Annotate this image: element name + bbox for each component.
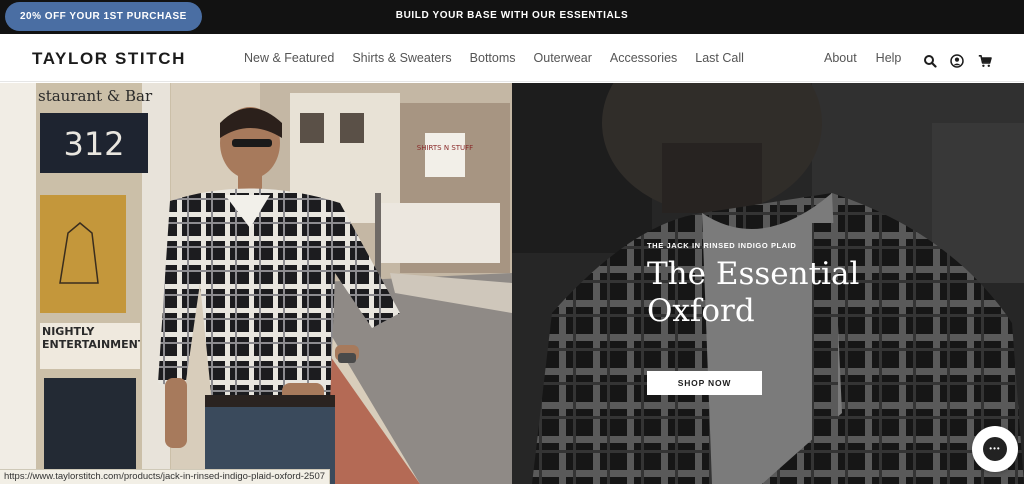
nav-item-new-featured[interactable]: New & Featured	[244, 51, 334, 65]
hero-photo-street[interactable]: SHIRTS N STUFF staurant & Bar 312 NIGHTL…	[0, 83, 512, 484]
search-icon[interactable]	[923, 54, 937, 68]
nav-item-shirts-sweaters[interactable]: Shirts & Sweaters	[352, 51, 451, 65]
sign-shirts-n-stuff: SHIRTS N STUFF	[417, 144, 473, 152]
announcement-bar: 20% OFF YOUR 1ST PURCHASE BUILD YOUR BAS…	[0, 0, 1024, 34]
nav-item-about[interactable]: About	[824, 51, 857, 65]
primary-nav: New & Featured Shirts & Sweaters Bottoms…	[244, 51, 744, 65]
chat-dots-icon: •••	[989, 444, 1001, 453]
cart-icon[interactable]	[978, 54, 992, 68]
shop-now-button[interactable]: SHOP NOW	[647, 371, 762, 395]
hero-headline: The Essential Oxford	[647, 256, 907, 330]
hero-headline-line2: Oxford	[647, 293, 755, 329]
account-icon[interactable]	[950, 54, 964, 68]
street-scene-illustration: SHIRTS N STUFF staurant & Bar 312 NIGHTL…	[0, 83, 512, 484]
hero-kicker: THE JACK IN RINSED INDIGO PLAID	[647, 241, 797, 250]
announcement-message[interactable]: BUILD YOUR BASE WITH OUR ESSENTIALS	[0, 0, 1024, 34]
sign-nightly-entertainment: NIGHTLY ENTERTAINMENT	[42, 325, 140, 351]
nav-item-outerwear[interactable]: Outerwear	[534, 51, 592, 65]
nav-item-help[interactable]: Help	[876, 51, 902, 65]
status-bar-url: https://www.taylorstitch.com/products/ja…	[0, 469, 331, 484]
chat-widget-button[interactable]: •••	[972, 426, 1018, 472]
sign-restaurant-bar: staurant & Bar	[38, 87, 153, 105]
hero-headline-line1: The Essential	[647, 256, 860, 292]
nav-item-bottoms[interactable]: Bottoms	[470, 51, 516, 65]
sign-312: 312	[63, 125, 124, 163]
brand-logo[interactable]: TAYLOR STITCH	[32, 49, 186, 69]
nav-item-last-call[interactable]: Last Call	[695, 51, 744, 65]
site-header: TAYLOR STITCH New & Featured Shirts & Sw…	[0, 34, 1024, 82]
chat-icon: •••	[983, 437, 1007, 461]
secondary-nav: About Help	[824, 51, 901, 65]
nav-item-accessories[interactable]: Accessories	[610, 51, 677, 65]
